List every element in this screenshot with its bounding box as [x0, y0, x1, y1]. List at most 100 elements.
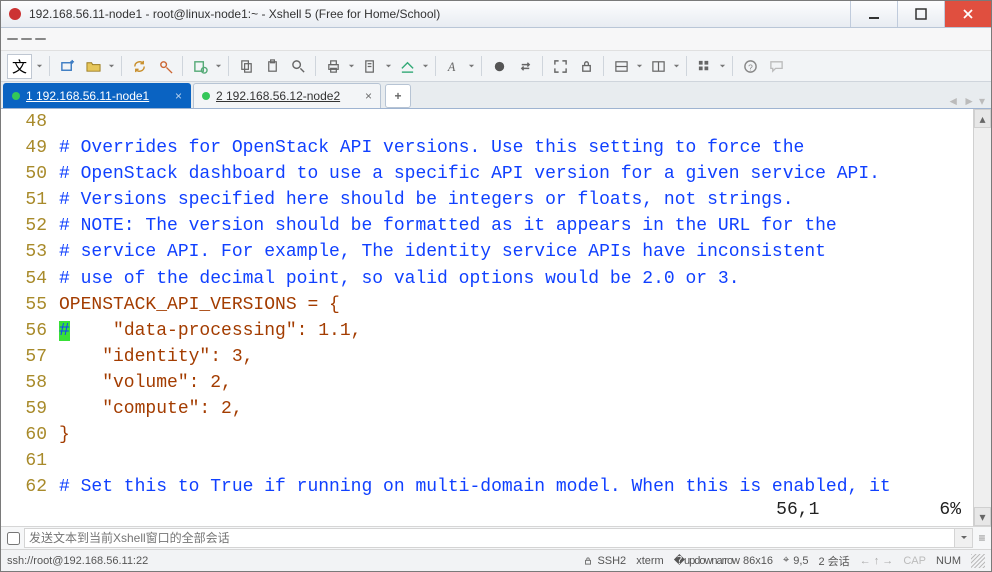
resize-grip-icon[interactable] — [971, 554, 985, 568]
line-number: 58 — [1, 370, 59, 396]
app-window: 192.168.56.11-node1 - root@linux-node1:~… — [0, 0, 992, 572]
code-line: "volume": 2, — [59, 370, 973, 396]
color-scheme-icon[interactable] — [488, 55, 510, 77]
code-line: # NOTE: The version should be formatted … — [59, 213, 973, 239]
window-title: 192.168.56.11-node1 - root@linux-node1:~… — [29, 7, 850, 21]
code-line: "identity": 3, — [59, 344, 973, 370]
broadcast-dropdown[interactable] — [955, 528, 973, 548]
scroll-down-icon[interactable]: ▾ — [974, 507, 991, 526]
code-line: } — [59, 422, 973, 448]
disconnect-icon[interactable] — [154, 55, 176, 77]
status-dot-icon — [202, 92, 210, 100]
code-line: OPENSTACK_API_VERSIONS = { — [59, 292, 973, 318]
tab-close-icon[interactable]: × — [365, 89, 372, 103]
code-line — [59, 448, 973, 474]
find-icon[interactable] — [287, 55, 309, 77]
line-number: 49 — [1, 135, 59, 161]
layout-h-dropdown[interactable] — [636, 63, 643, 70]
line-number: 53 — [1, 239, 59, 265]
maximize-button[interactable] — [897, 1, 944, 27]
svg-text:?: ? — [748, 62, 753, 72]
vim-percent: 6% — [939, 500, 961, 520]
status-caps: CAP — [903, 555, 926, 567]
lock-icon[interactable] — [575, 55, 597, 77]
code-line: # OpenStack dashboard to use a specific … — [59, 161, 973, 187]
transfer-icon[interactable] — [514, 55, 536, 77]
tab-next-icon[interactable]: ► — [963, 94, 975, 108]
tab-label: 1 192.168.56.11-node1 — [26, 89, 149, 103]
log-icon[interactable] — [359, 55, 381, 77]
properties-dropdown[interactable] — [215, 63, 222, 70]
line-number: 62 — [1, 474, 59, 500]
toolbar: 文 A — [1, 51, 991, 82]
code-line: # Overrides for OpenStack API versions. … — [59, 135, 973, 161]
line-number: 50 — [1, 161, 59, 187]
open-dropdown[interactable] — [108, 63, 115, 70]
status-cursor: ⌖9,5 — [783, 554, 809, 567]
log-dropdown[interactable] — [385, 63, 392, 70]
print-dropdown[interactable] — [348, 63, 355, 70]
tile-dropdown[interactable] — [719, 63, 726, 70]
layout-v-icon[interactable] — [647, 55, 669, 77]
reconnect-icon[interactable] — [128, 55, 150, 77]
titlebar[interactable]: 192.168.56.11-node1 - root@linux-node1:~… — [1, 1, 991, 28]
tab-close-icon[interactable]: × — [175, 89, 182, 103]
line-number: 60 — [1, 422, 59, 448]
line-number: 61 — [1, 448, 59, 474]
broadcast-input[interactable] — [24, 528, 955, 548]
broadcast-checkbox[interactable] — [7, 532, 20, 545]
close-button[interactable] — [944, 1, 991, 27]
status-term: xterm — [636, 555, 664, 567]
vim-status: 56,1 6% — [1, 500, 973, 524]
code-line: # Versions specified here should be inte… — [59, 187, 973, 213]
tab-menu-icon[interactable]: ▾ — [979, 94, 985, 108]
session-tab-2[interactable]: 2 192.168.56.12-node2 × — [193, 83, 381, 108]
minimize-button[interactable] — [850, 1, 897, 27]
tab-prev-icon[interactable]: ◄ — [947, 94, 959, 108]
xftp-dropdown[interactable] — [422, 63, 429, 70]
vim-cursor-pos: 56,1 — [776, 500, 819, 520]
status-num: NUM — [936, 555, 961, 567]
status-nav[interactable]: ← ↑ → — [860, 555, 894, 567]
line-number: 54 — [1, 266, 59, 292]
broadcast-menu-icon[interactable]: ≡ — [973, 531, 991, 545]
paste-icon[interactable] — [261, 55, 283, 77]
tab-nav: ◄ ► ▾ — [947, 94, 985, 108]
print-icon[interactable] — [322, 55, 344, 77]
font-dropdown[interactable] — [468, 63, 475, 70]
copy-icon[interactable] — [235, 55, 257, 77]
code-line: # "data-processing": 1.1, — [59, 318, 973, 344]
layout-h-icon[interactable] — [610, 55, 632, 77]
tabstrip: 1 192.168.56.11-node1 × 2 192.168.56.12-… — [1, 82, 991, 109]
open-session-icon[interactable] — [82, 55, 104, 77]
chat-icon[interactable] — [765, 55, 787, 77]
scroll-up-icon[interactable]: ▴ — [974, 109, 991, 128]
encoding-dropdown[interactable] — [36, 63, 43, 70]
new-session-icon[interactable] — [56, 55, 78, 77]
line-number: 48 — [1, 109, 59, 135]
status-dot-icon — [12, 92, 20, 100]
code-line: # Set this to True if running on multi-d… — [59, 474, 973, 500]
encoding-button[interactable]: 文 — [7, 54, 32, 79]
connection-string: ssh://root@192.168.56.11:22 — [7, 555, 148, 567]
help-icon[interactable]: ? — [739, 55, 761, 77]
svg-text:A: A — [446, 60, 455, 74]
fullscreen-icon[interactable] — [549, 55, 571, 77]
xftp-icon[interactable] — [396, 55, 418, 77]
xshell-icon — [7, 6, 23, 22]
terminal[interactable]: 48 49# Overrides for OpenStack API versi… — [1, 109, 973, 526]
code-line: # use of the decimal point, so valid opt… — [59, 266, 973, 292]
status-protocol: SSH2 — [583, 555, 626, 567]
layout-v-dropdown[interactable] — [673, 63, 680, 70]
menubar[interactable] — [1, 28, 991, 51]
line-number: 55 — [1, 292, 59, 318]
session-tab-1[interactable]: 1 192.168.56.11-node1 × — [3, 83, 191, 108]
scrollbar[interactable]: ▴ ▾ — [973, 109, 991, 526]
properties-icon[interactable] — [189, 55, 211, 77]
statusbar: ssh://root@192.168.56.11:22 SSH2 xterm �… — [1, 549, 991, 571]
tile-icon[interactable] — [693, 55, 715, 77]
line-number: 56 — [1, 318, 59, 344]
status-size: �updownarrow 86x16 — [674, 554, 773, 567]
add-tab-button[interactable]: + — [385, 84, 411, 108]
font-icon[interactable]: A — [442, 55, 464, 77]
